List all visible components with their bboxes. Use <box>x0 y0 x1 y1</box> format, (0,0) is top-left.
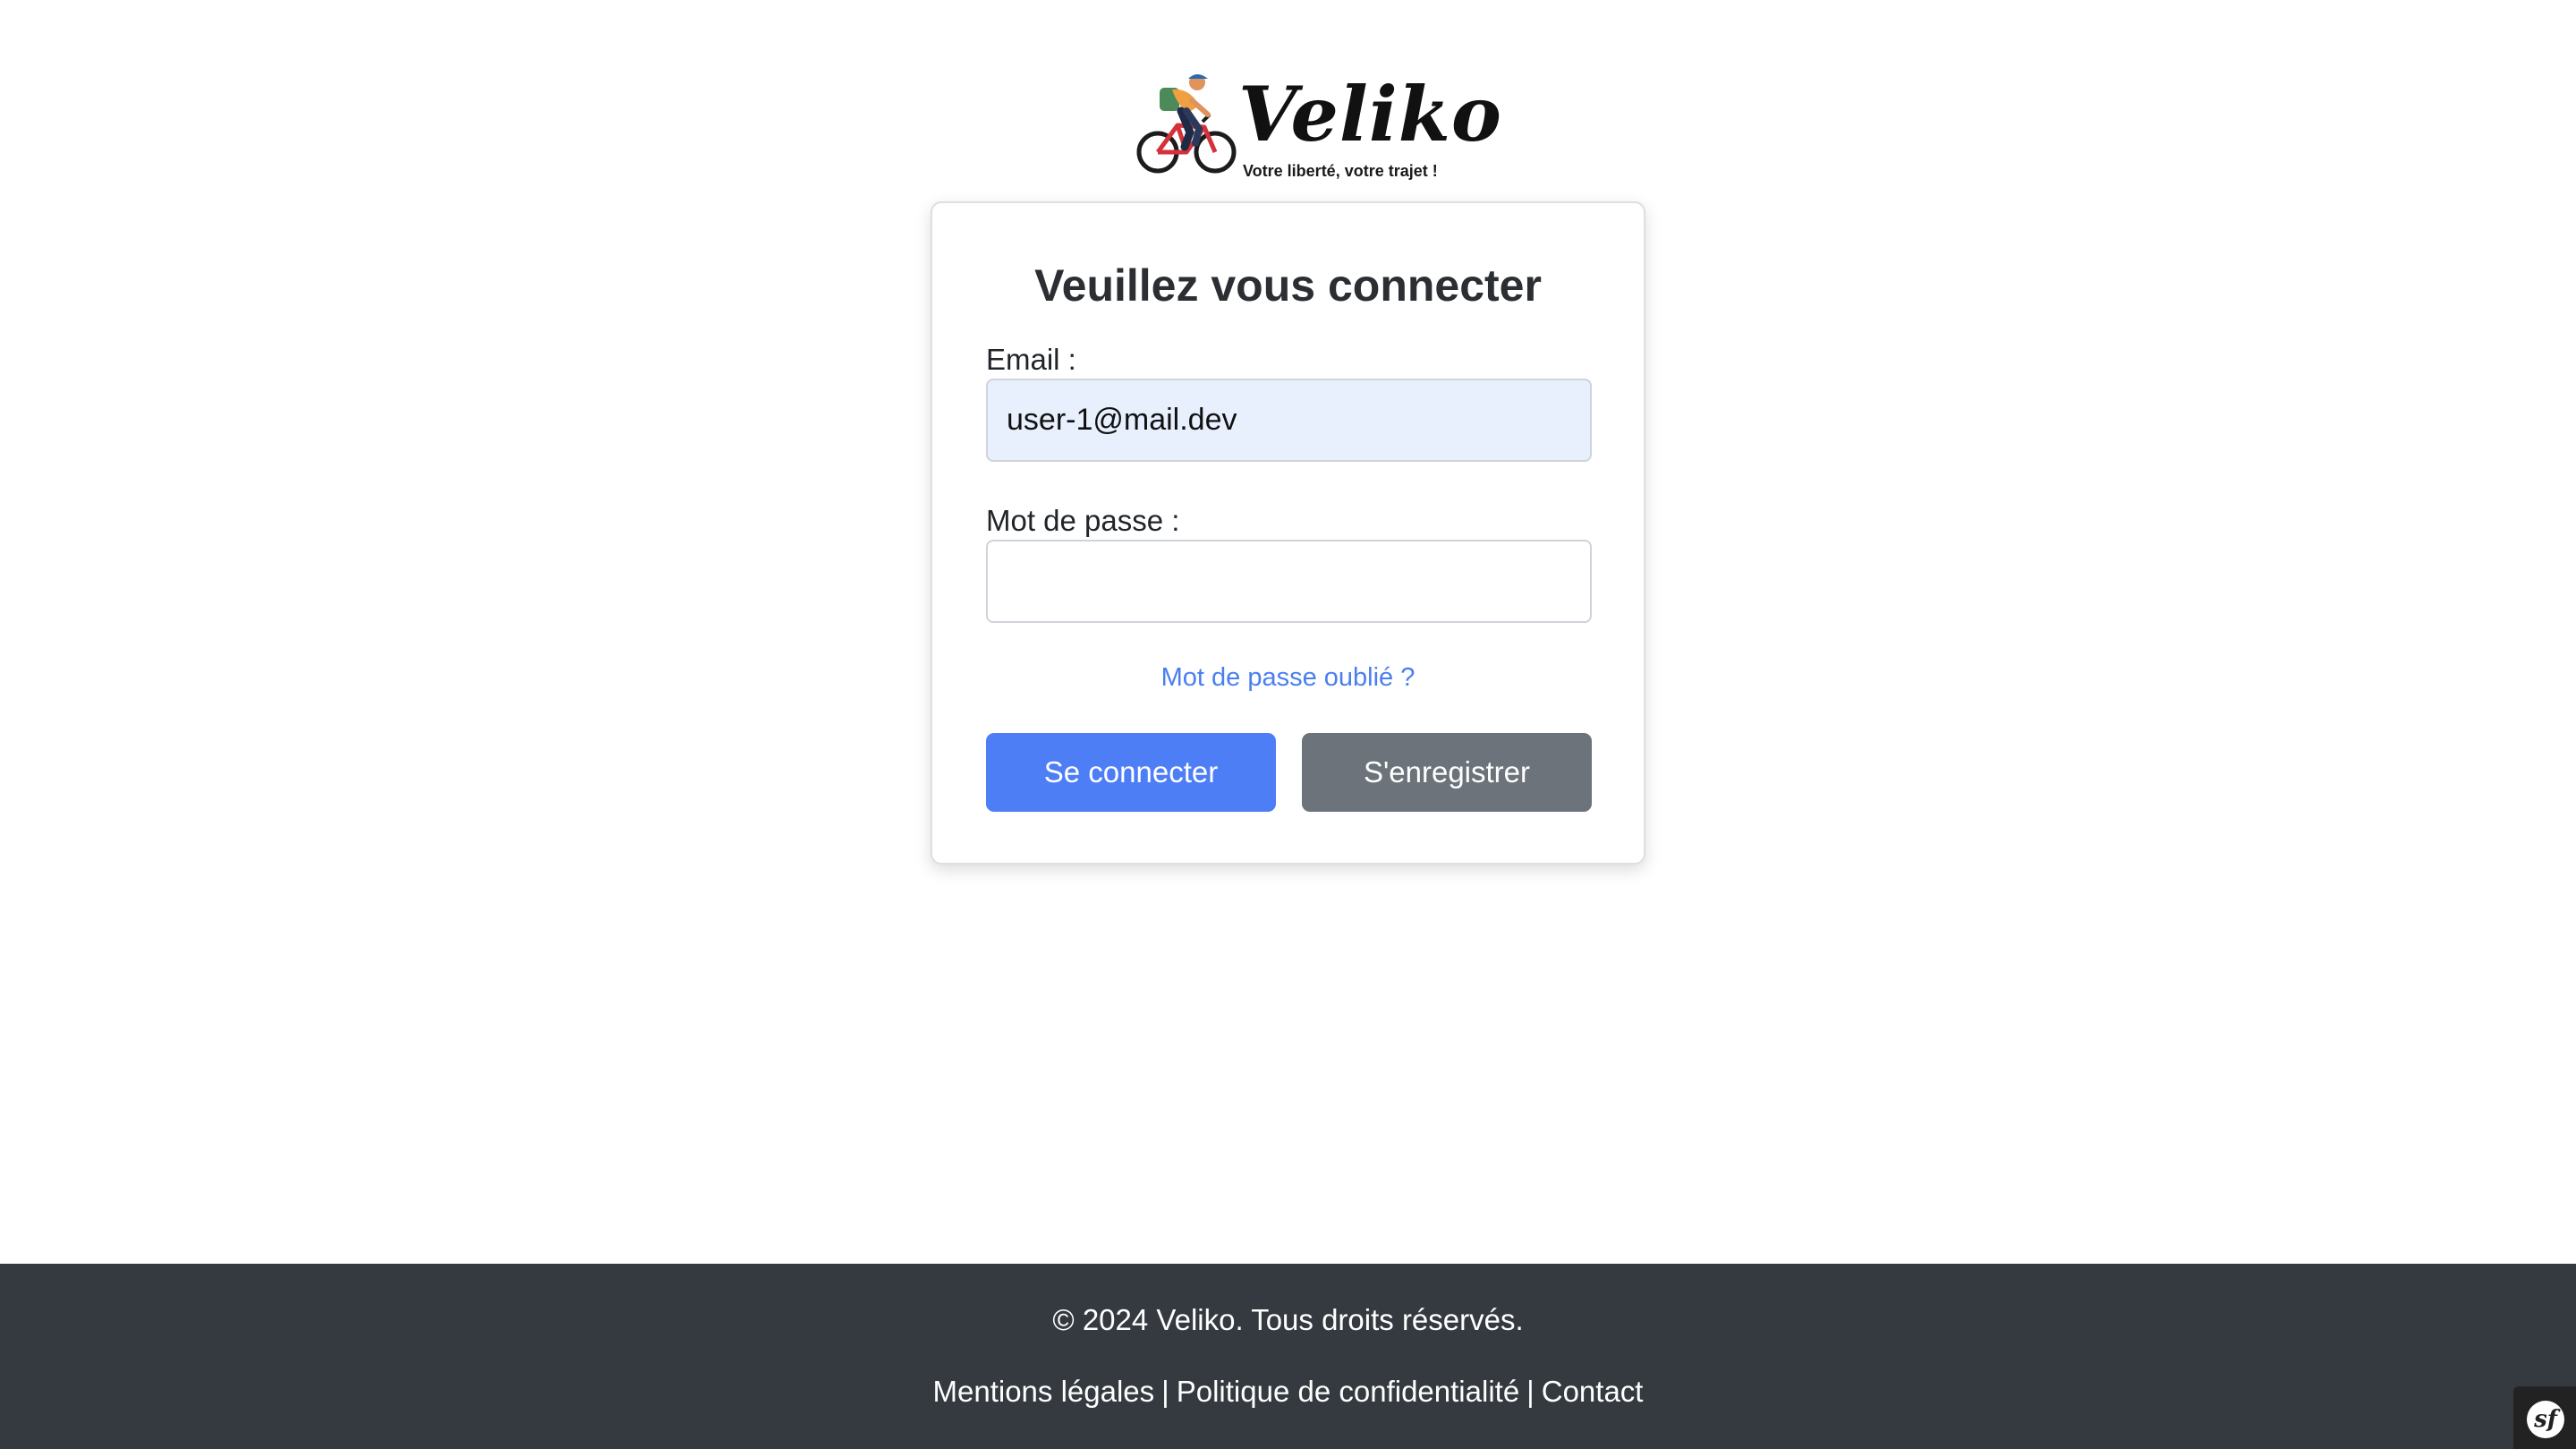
brand-name: Veliko <box>1238 70 1502 158</box>
brand-logo[interactable]: Veliko Votre liberté, votre trajet ! <box>1136 70 1501 186</box>
footer-link-contact[interactable]: Contact <box>1542 1375 1644 1408</box>
cyclist-icon <box>1136 74 1237 174</box>
footer-separator: | <box>1526 1375 1535 1408</box>
debug-toolbar-toggle[interactable]: sf <box>2513 1386 2576 1449</box>
brand-tagline: Votre liberté, votre trajet ! <box>1243 162 1438 180</box>
site-footer: © 2024 Veliko. Tous droits réservés. Men… <box>0 1264 2576 1449</box>
forgot-password-link[interactable]: Mot de passe oublié ? <box>932 661 1644 694</box>
login-page: Veliko Votre liberté, votre trajet ! Veu… <box>0 0 2576 1449</box>
password-field[interactable] <box>986 540 1592 623</box>
login-button[interactable]: Se connecter <box>986 733 1276 812</box>
login-card: Veuillez vous connecter Email : Mot de p… <box>931 201 1645 865</box>
footer-copyright: © 2024 Veliko. Tous droits réservés. <box>1052 1303 1524 1336</box>
footer-separator: | <box>1161 1375 1169 1408</box>
password-label: Mot de passe : <box>986 504 1180 537</box>
footer-link-legal[interactable]: Mentions légales <box>933 1375 1155 1408</box>
symfony-icon: sf <box>2527 1401 2564 1438</box>
footer-links: Mentions légales | Politique de confidenti… <box>0 1374 2576 1410</box>
email-field[interactable] <box>986 379 1592 462</box>
footer-link-privacy[interactable]: Politique de confidentialité <box>1177 1375 1519 1408</box>
login-title: Veuillez vous connecter <box>1034 260 1542 311</box>
register-button[interactable]: S'enregistrer <box>1302 733 1592 812</box>
email-label: Email : <box>986 343 1076 376</box>
